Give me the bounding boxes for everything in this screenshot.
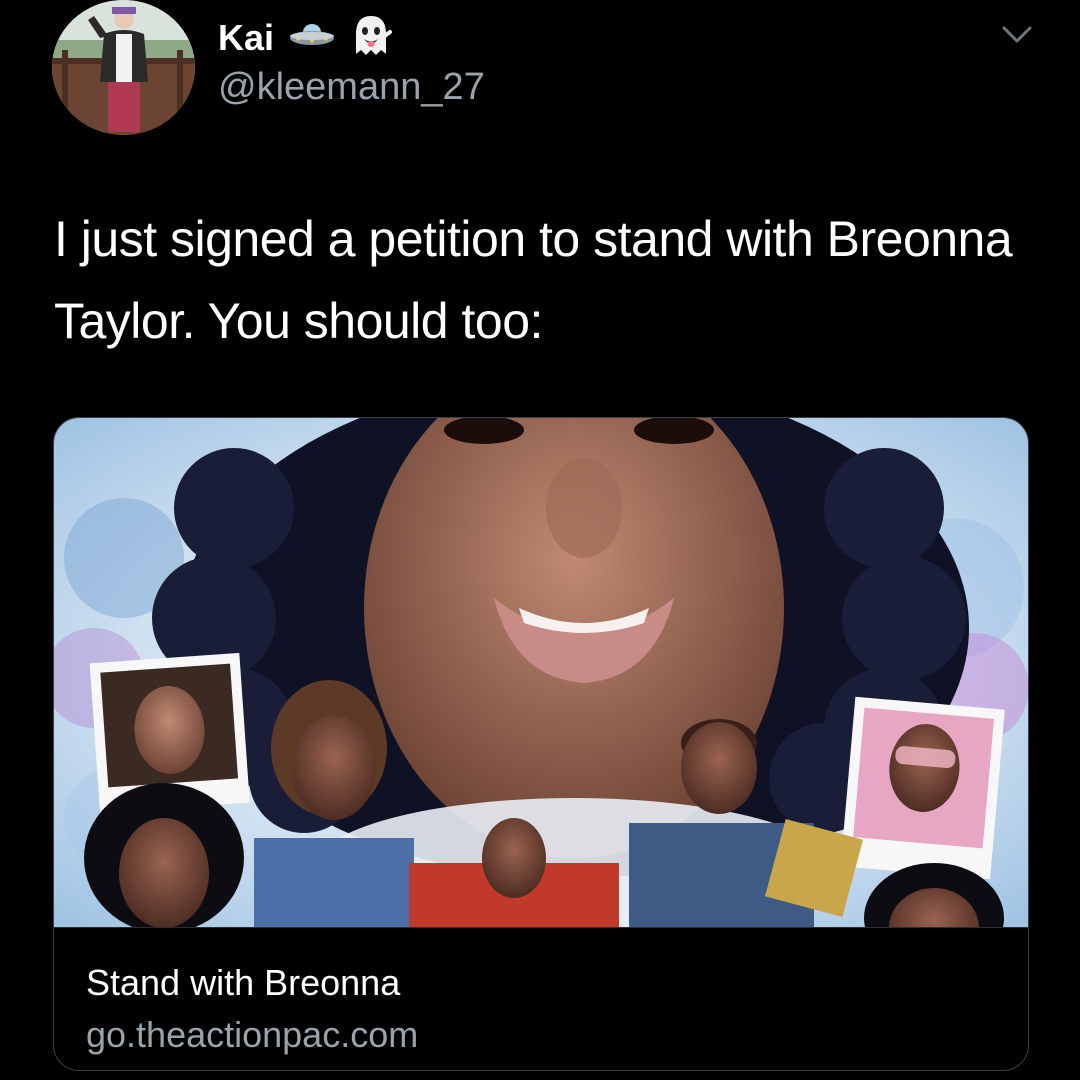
link-card-image[interactable] [54,418,1028,927]
link-card-domain: go.theactionpac.com [86,1014,419,1055]
link-card-footer[interactable]: Stand with Breonna go.theactionpac.com [54,927,1028,1070]
ufo-emoji [288,20,336,57]
avatar-photo [52,0,195,135]
author-avatar[interactable] [52,0,195,135]
ghost-emoji [350,14,393,63]
collage-image [54,418,1028,927]
author-display-name[interactable]: Kai [218,17,274,59]
link-card-title[interactable]: Stand with Breonna [86,962,400,1004]
link-card[interactable]: Stand with Breonna go.theactionpac.com [53,417,1029,1071]
author-handle[interactable]: @kleemann_27 [218,66,485,109]
chevron-down-icon[interactable] [1000,22,1034,48]
tweet-text: I just signed a petition to stand with B… [54,211,1013,349]
author-name-row[interactable]: Kai [218,12,393,64]
